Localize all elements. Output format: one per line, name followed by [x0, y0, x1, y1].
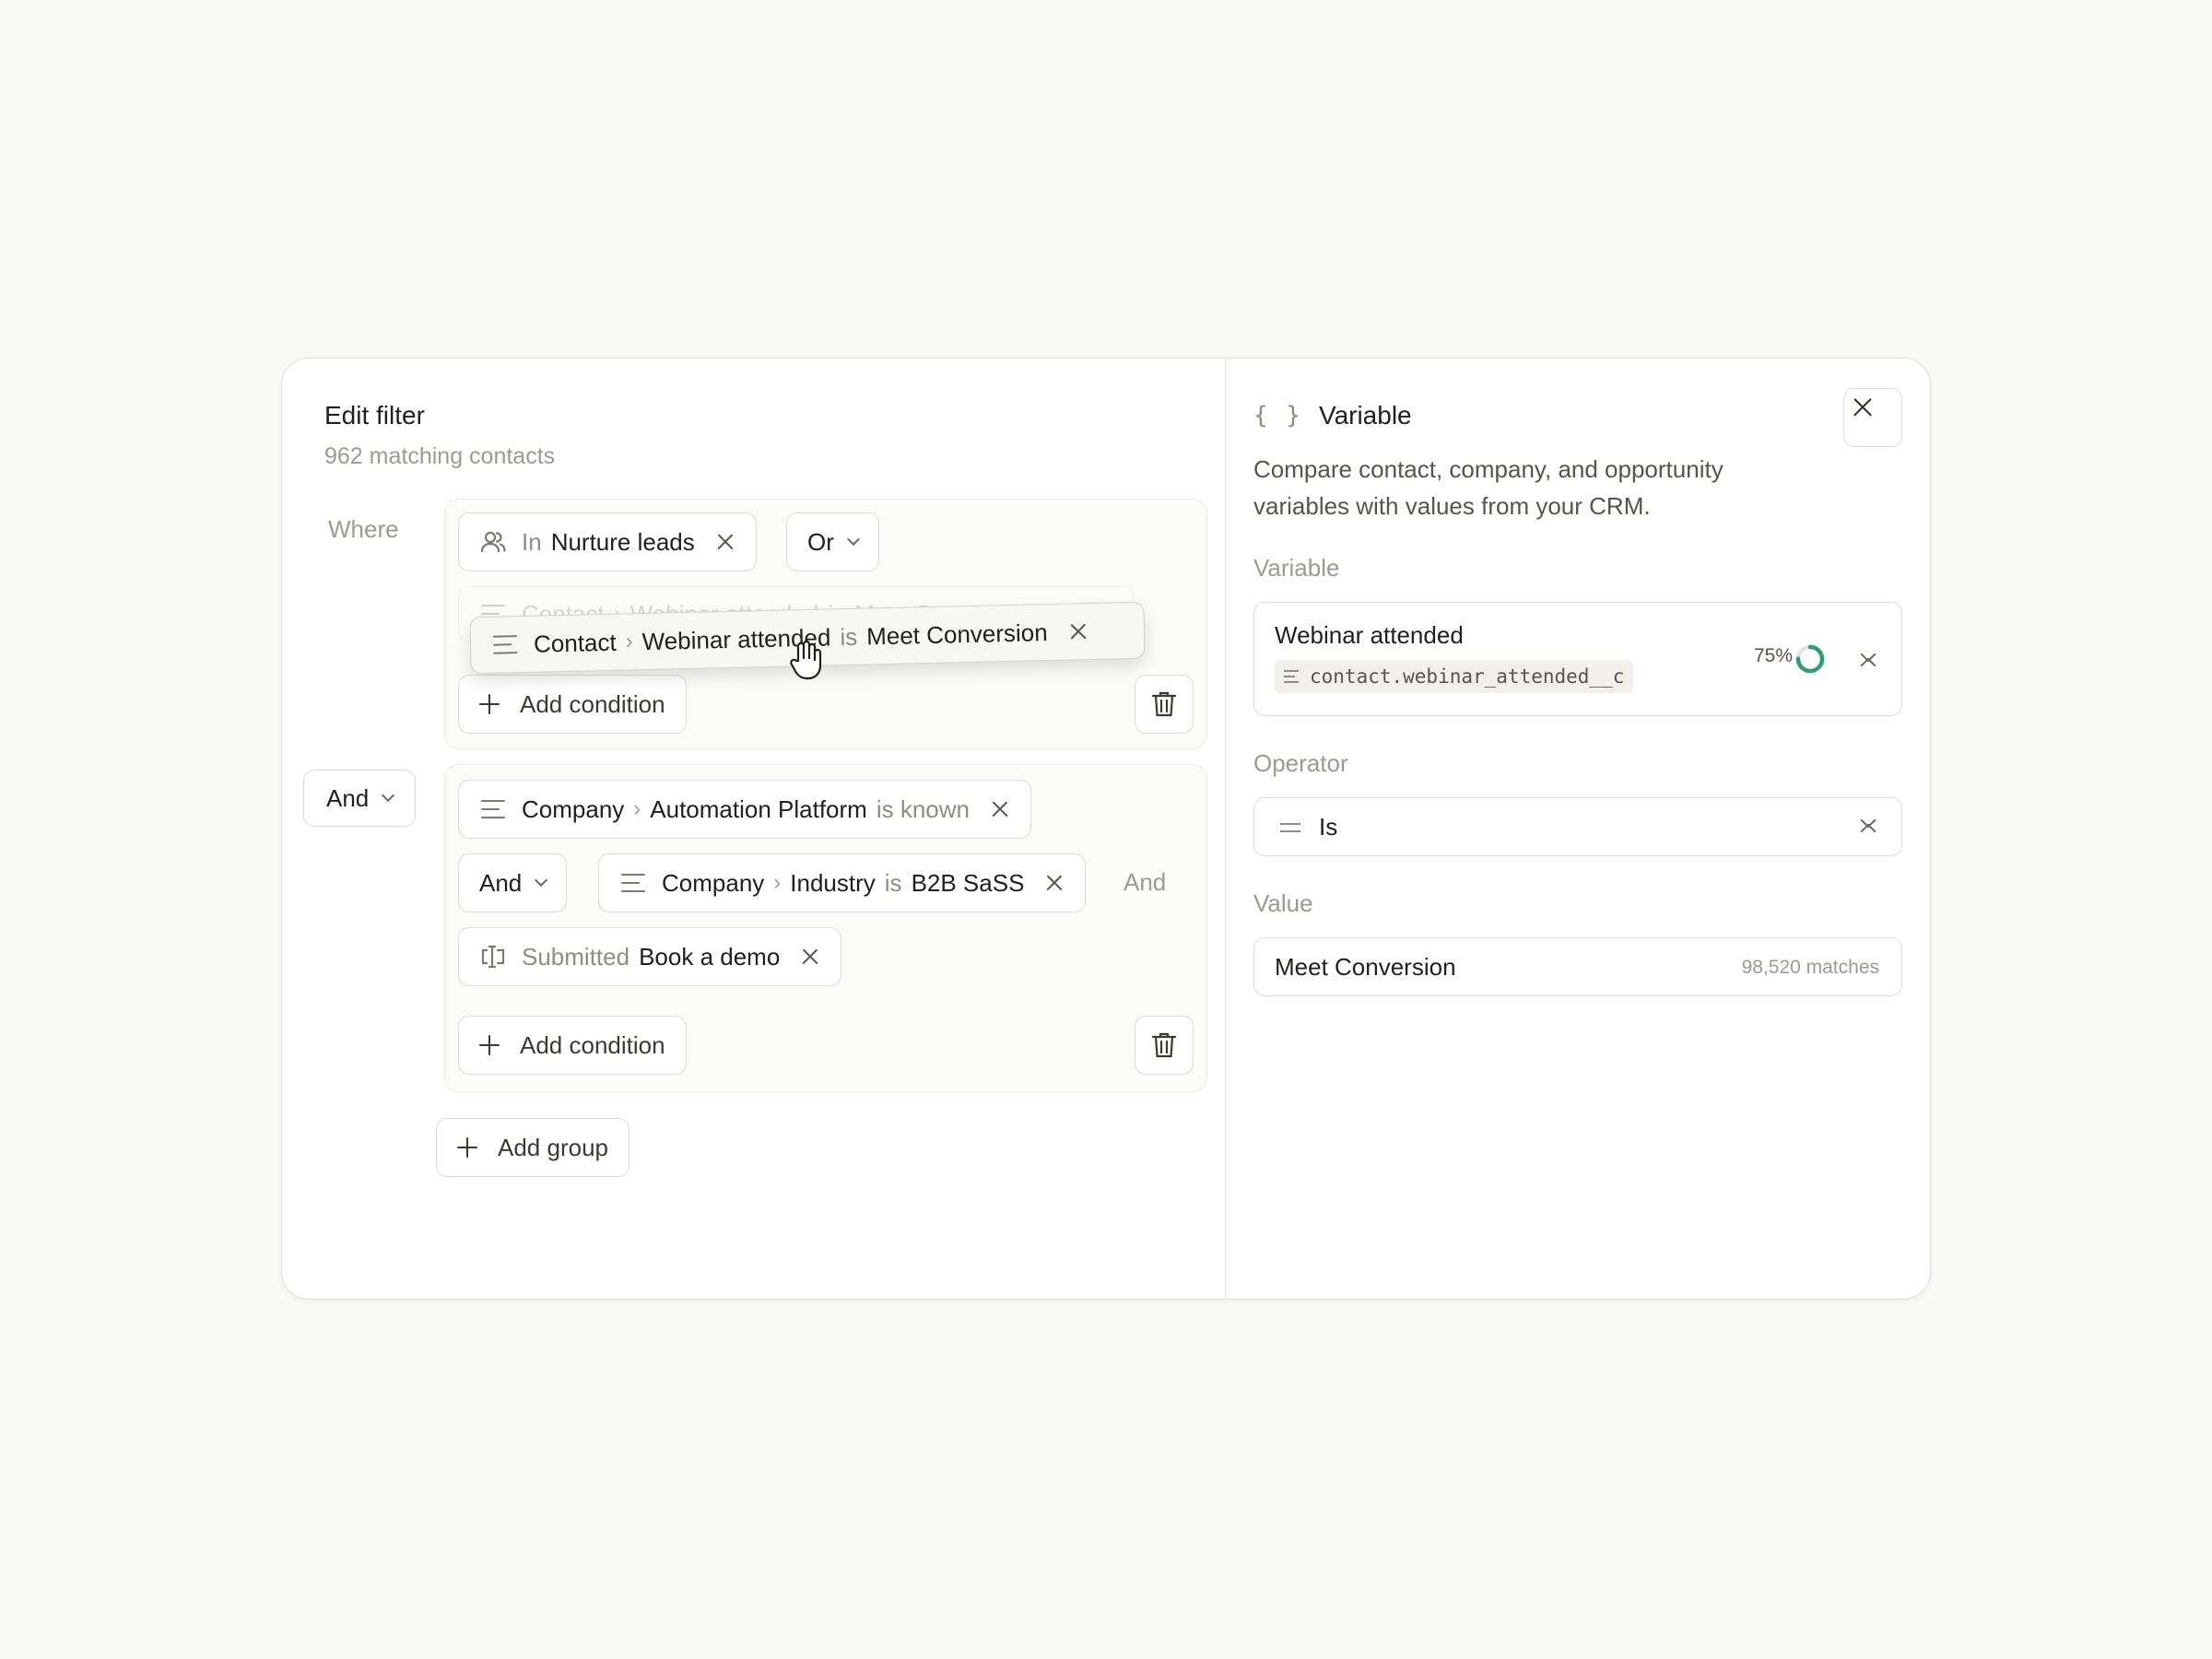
panel-description: Compare contact, company, and opportunit…	[1253, 455, 1724, 520]
fill-rate: 75%	[1753, 645, 1793, 666]
close-icon[interactable]	[1067, 621, 1088, 641]
chip3-value: Book a demo	[639, 942, 781, 971]
chevron-right-icon: ›	[633, 796, 641, 821]
value-match-count: 98,520 matches	[1741, 957, 1879, 978]
condition-chip-automation[interactable]: Company › Automation Platform is known	[458, 780, 1031, 839]
operator-value: Is	[1319, 813, 1338, 841]
filter-editor: Edit filter 962 matching contacts Where …	[282, 359, 1225, 1299]
value-label: Value	[1253, 889, 1313, 917]
drag-op: is	[840, 622, 858, 651]
form-icon	[479, 943, 507, 971]
and-select[interactable]: And	[458, 853, 568, 912]
close-icon[interactable]	[990, 799, 1010, 819]
expand-icon	[1859, 649, 1877, 675]
condition-chip-form[interactable]: Submitted Book a demo	[458, 927, 842, 986]
chevron-right-icon: ›	[773, 870, 782, 895]
edit-filter-modal: Edit filter 962 matching contacts Where …	[281, 358, 1931, 1300]
drag-object: Contact	[533, 628, 617, 658]
drag-value: Meet Conversion	[865, 618, 1048, 651]
hand-cursor-icon	[790, 641, 822, 680]
chip2-object: Company	[662, 868, 765, 897]
close-panel-button[interactable]	[1843, 388, 1902, 447]
group-join-label: And	[326, 783, 370, 812]
add-condition-label: Add condition	[520, 1030, 665, 1059]
chevron-down-icon	[382, 788, 395, 803]
chip2-value: B2B SaSS	[911, 868, 1025, 897]
add-group-label: Add group	[498, 1133, 608, 1161]
variable-panel: { } Variable Compare contact, company, a…	[1225, 359, 1930, 1299]
add-condition-label: Add condition	[520, 689, 665, 718]
chip1-field: Automation Platform	[650, 794, 867, 823]
chip2-op: is	[884, 868, 902, 897]
close-icon[interactable]	[1044, 873, 1065, 893]
matching-count: 962 matching contacts	[324, 443, 556, 469]
plus-icon	[457, 1137, 477, 1158]
plus-icon	[479, 1035, 500, 1055]
variable-key: contact.webinar_attended__c	[1275, 660, 1634, 693]
segment-value: Nurture leads	[550, 527, 695, 556]
variable-select[interactable]: Webinar attended contact.webinar_attende…	[1253, 602, 1902, 716]
expand-icon	[1859, 815, 1877, 841]
lines-icon	[491, 630, 520, 659]
value-text: Meet Conversion	[1275, 953, 1456, 981]
segment-prefix: In	[522, 527, 542, 556]
segment-chip[interactable]: In Nurture leads	[458, 512, 757, 571]
variable-label: Variable	[1253, 554, 1340, 582]
page-title: Edit filter	[324, 401, 425, 429]
progress-ring-icon	[1795, 644, 1825, 674]
braces-icon: { }	[1253, 402, 1302, 429]
chevron-down-icon	[846, 532, 860, 547]
group-join-select[interactable]: And	[303, 770, 417, 827]
lines-icon	[479, 795, 507, 823]
add-group-button[interactable]: Add group	[436, 1118, 629, 1177]
close-icon[interactable]	[800, 947, 820, 967]
users-icon	[479, 528, 507, 556]
and-select-label: And	[479, 868, 523, 897]
or-select-label: Or	[807, 527, 834, 556]
equals-icon	[1280, 823, 1300, 833]
delete-group-button[interactable]	[1135, 1016, 1194, 1075]
variable-panel-header: { } Variable	[1253, 401, 1412, 430]
operator-label: Operator	[1253, 749, 1348, 777]
panel-title: Variable	[1318, 401, 1412, 429]
where-label: Where	[328, 515, 399, 543]
operator-select[interactable]: Is	[1253, 797, 1902, 856]
chevron-right-icon: ›	[625, 629, 633, 654]
or-select[interactable]: Or	[786, 512, 879, 571]
trailing-and-label: And	[1124, 868, 1167, 896]
delete-group-button[interactable]	[1135, 675, 1194, 734]
trash-icon	[1151, 691, 1177, 717]
trash-icon	[1151, 1032, 1177, 1058]
condition-chip-industry[interactable]: Company › Industry is B2B SaSS	[598, 853, 1087, 912]
chip1-object: Company	[522, 794, 625, 823]
lines-icon	[1284, 670, 1299, 683]
chip3-prefix: Submitted	[522, 942, 630, 971]
add-condition-button[interactable]: Add condition	[458, 1016, 687, 1075]
lines-icon	[619, 869, 647, 897]
close-icon[interactable]	[715, 532, 735, 552]
add-condition-button[interactable]: Add condition	[458, 675, 687, 734]
plus-icon	[479, 694, 500, 714]
variable-name: Webinar attended	[1275, 621, 1464, 649]
chevron-down-icon	[535, 873, 548, 888]
value-input[interactable]: Meet Conversion 98,520 matches	[1253, 937, 1902, 996]
chip2-field: Industry	[790, 868, 876, 897]
variable-key-text: contact.webinar_attended__c	[1310, 665, 1625, 688]
chip1-op: is known	[876, 794, 970, 823]
condition-group-2: Company › Automation Platform is known A…	[444, 764, 1207, 1092]
